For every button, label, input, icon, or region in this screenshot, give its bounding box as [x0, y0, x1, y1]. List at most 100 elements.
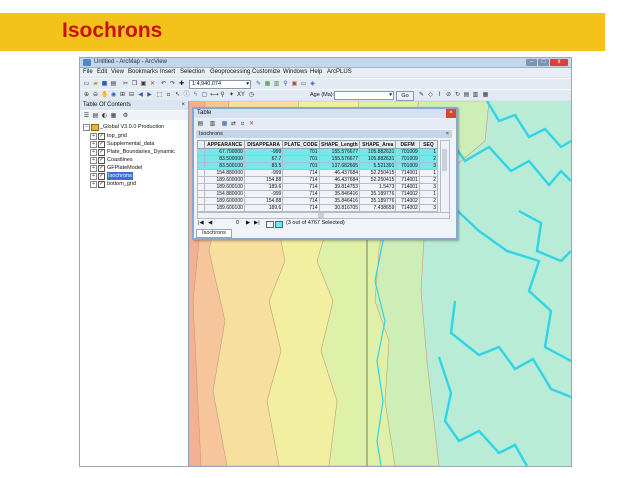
table-cell[interactable]: 155.576677 — [318, 155, 361, 163]
table-cell[interactable]: 1 — [418, 190, 439, 198]
attributes-icon[interactable]: ▤ — [463, 91, 470, 98]
table-cell[interactable]: 714002 — [395, 204, 420, 212]
table-cell[interactable]: 83.5 — [243, 162, 284, 170]
table-cell[interactable]: 105.882631 — [359, 148, 397, 156]
menu-arcplus[interactable]: ArcPLUS — [327, 68, 352, 77]
first-record-icon[interactable]: |◀ — [198, 219, 204, 228]
table-cell[interactable]: 701009 — [395, 148, 420, 156]
layer-checkbox[interactable]: ✓ — [98, 157, 105, 164]
table-cell[interactable]: 3 — [418, 183, 439, 191]
table-cell[interactable]: 1 — [418, 169, 439, 177]
toc-layer[interactable]: + ✓ Plate_Boundaries_Dynamic — [80, 148, 188, 156]
paste-icon[interactable]: ▣ — [140, 80, 147, 87]
table-cell[interactable]: 189.6 — [243, 204, 284, 212]
go-button[interactable]: Go — [396, 91, 414, 101]
table-cell[interactable]: 154.880000 — [204, 190, 245, 198]
list-by-selection-icon[interactable]: ▦ — [110, 112, 117, 119]
menu-file[interactable]: File — [83, 68, 93, 77]
add-data-icon[interactable]: ✚ — [178, 80, 185, 87]
find-icon[interactable]: ⚲ — [219, 91, 226, 98]
table-cell[interactable]: 83.500000 — [204, 155, 245, 163]
full-extent-icon[interactable]: ◉ — [110, 91, 117, 98]
sketch-properties-icon[interactable]: ▥ — [472, 91, 479, 98]
last-record-icon[interactable]: ▶| — [254, 219, 260, 228]
search-icon[interactable]: ⚲ — [282, 80, 289, 87]
fixed-zoom-in-icon[interactable]: ⊞ — [119, 91, 126, 98]
table-row[interactable]: 189.600100 189.6 714 39.814753 1.5473 71… — [196, 183, 439, 191]
rotate-icon[interactable]: ↻ — [454, 91, 461, 98]
close-button[interactable]: × — [446, 109, 456, 118]
fixed-zoom-out-icon[interactable]: ⊟ — [128, 91, 135, 98]
delete-icon[interactable]: ✕ — [149, 80, 156, 87]
toc-layer-selected[interactable]: + ✓ Isochrons — [80, 172, 188, 180]
table-cell[interactable]: 714001 — [395, 169, 420, 177]
select-elements-icon[interactable]: ↖ — [174, 91, 181, 98]
layer-checkbox[interactable]: ✓ — [98, 141, 105, 148]
table-cell[interactable]: 83.500100 — [204, 162, 245, 170]
switch-selection-icon[interactable]: ⇄ — [230, 120, 237, 127]
table-cell[interactable]: 52.250415 — [359, 169, 397, 177]
create-features-icon[interactable]: ▦ — [482, 91, 489, 98]
table-row[interactable]: 154.880000 -999 714 35.846416 35.189776 … — [196, 190, 439, 198]
table-cell[interactable]: 701 — [282, 155, 320, 163]
table-row[interactable]: 67.700000 -999 701 155.576677 105.882631… — [196, 148, 439, 156]
table-cell[interactable]: 714 — [282, 176, 320, 184]
show-all-records-icon[interactable] — [266, 221, 274, 228]
forward-extent-icon[interactable]: ▶ — [146, 91, 153, 98]
select-features-icon[interactable]: ⬚ — [156, 91, 163, 98]
table-cell[interactable]: 2 — [418, 197, 439, 205]
column-header[interactable]: SEQ — [418, 140, 439, 149]
close-icon[interactable]: × — [181, 101, 185, 110]
record-number[interactable]: 0 — [236, 219, 239, 228]
table-cell[interactable]: 52.250415 — [359, 176, 397, 184]
table-cell[interactable]: 105.882631 — [359, 155, 397, 163]
expand-icon[interactable]: + — [90, 181, 97, 188]
table-row[interactable]: 83.500100 83.5 701 137.682665 5.521391 7… — [196, 162, 439, 170]
toc-root-layer[interactable]: − _Global V3.0.0 Production — [80, 123, 188, 131]
row-selector[interactable] — [196, 169, 206, 177]
related-tables-icon[interactable]: ▥ — [209, 120, 216, 127]
table-cell[interactable]: 714 — [282, 190, 320, 198]
column-header[interactable]: DEFM — [395, 140, 420, 149]
zoom-in-icon[interactable]: ⊕ — [83, 91, 90, 98]
clear-selection-icon[interactable]: ▫ — [165, 91, 172, 98]
draw-icon[interactable]: ✎ — [418, 91, 425, 98]
close-icon[interactable]: × — [446, 130, 449, 138]
table-cell[interactable]: 46.437684 — [318, 176, 361, 184]
table-cell[interactable]: 155.576677 — [318, 148, 361, 156]
table-cell[interactable]: 35.189776 — [359, 197, 397, 205]
table-options-icon[interactable]: ▤ — [197, 120, 204, 127]
menu-bookmarks[interactable]: Bookmarks — [128, 68, 158, 77]
row-selector[interactable] — [196, 176, 206, 184]
column-header[interactable]: SHAPE_Area — [359, 140, 397, 149]
table-cell[interactable]: -999 — [243, 148, 284, 156]
table-cell[interactable]: 189.600000 — [204, 197, 245, 205]
vertical-scrollbar[interactable] — [440, 140, 450, 213]
expand-icon[interactable]: + — [90, 157, 97, 164]
table-cell[interactable]: 714 — [282, 204, 320, 212]
table-row[interactable]: 189.600000 154.88 714 35.846416 35.18977… — [196, 197, 439, 205]
table-cell[interactable]: 701 — [282, 148, 320, 156]
menu-edit[interactable]: Edit — [97, 68, 107, 77]
html-popup-icon[interactable]: ▢ — [201, 91, 208, 98]
list-by-source-icon[interactable]: ▤ — [92, 112, 99, 119]
clear-selection-icon[interactable]: ▫ — [239, 120, 246, 127]
horizontal-scrollbar[interactable] — [197, 212, 450, 219]
open-folder-icon[interactable]: ▰ — [92, 80, 99, 87]
row-selector[interactable] — [196, 148, 206, 156]
table-row[interactable]: 154.880000 -999 714 46.437684 52.250415 … — [196, 169, 439, 177]
delete-selected-icon[interactable]: ✕ — [248, 120, 255, 127]
toc-layer[interactable]: + ✓ Coastlines — [80, 156, 188, 164]
go-to-xy-icon[interactable]: XY — [237, 91, 245, 98]
table-cell[interactable]: 35.846416 — [318, 190, 361, 198]
measure-icon[interactable]: ⟷ — [210, 91, 219, 98]
table-cell[interactable]: 3 — [418, 204, 439, 212]
next-record-icon[interactable]: ▶ — [246, 219, 250, 228]
menu-view[interactable]: View — [111, 68, 124, 77]
route-icon[interactable]: ✦ — [228, 91, 235, 98]
options-icon[interactable]: ⚙ — [122, 112, 129, 119]
table-row[interactable]: 189.600000 154.88 714 46.437684 52.25041… — [196, 176, 439, 184]
layer-checkbox[interactable]: ✓ — [98, 173, 105, 180]
column-header[interactable]: PLATE_CODE — [282, 140, 320, 149]
pan-icon[interactable]: ✋ — [101, 91, 108, 98]
